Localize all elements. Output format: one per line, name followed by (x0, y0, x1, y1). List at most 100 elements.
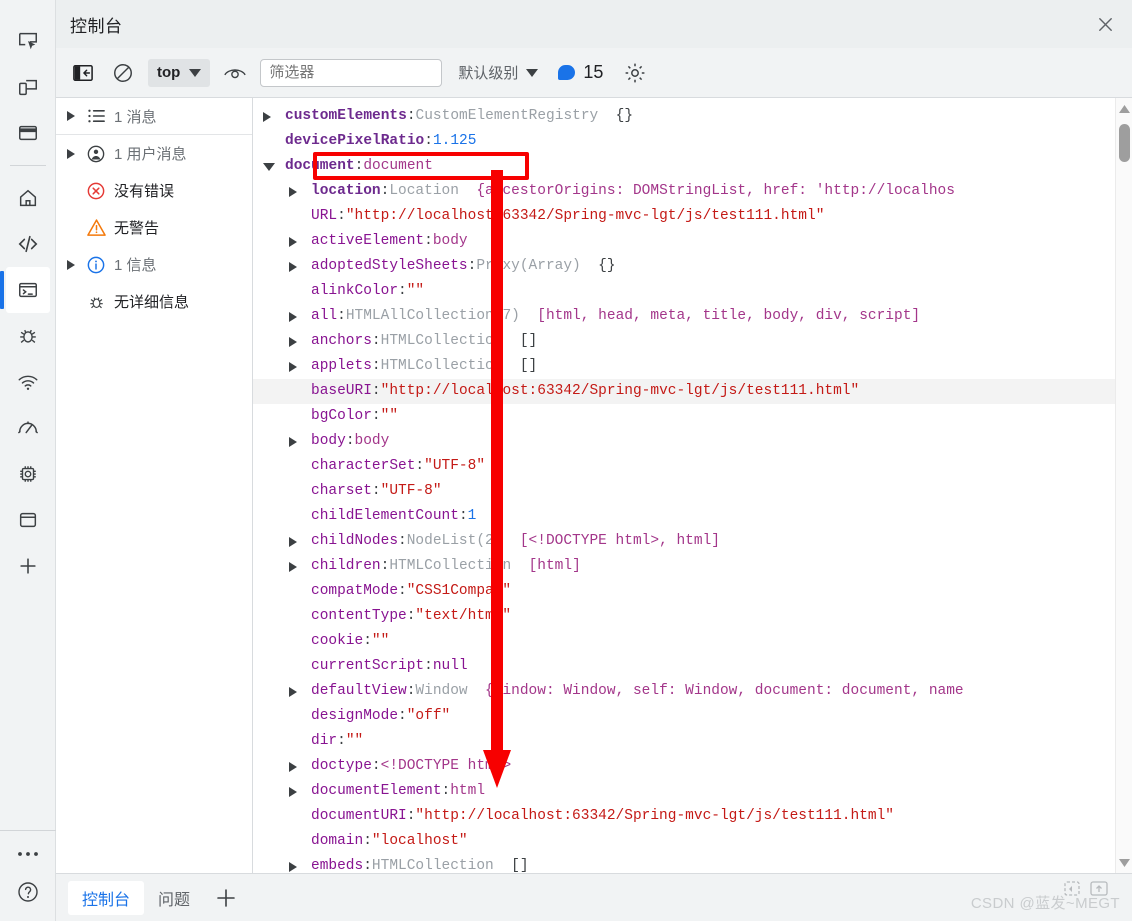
clear-console-icon[interactable] (108, 58, 138, 88)
console-property-row[interactable]: body: body (253, 429, 1115, 454)
filter-input[interactable] (260, 58, 443, 87)
console-property-row[interactable]: childNodes: NodeList(2) [<!DOCTYPE html>… (253, 529, 1115, 554)
gear-icon[interactable] (623, 61, 647, 85)
sidebar-item-user-messages[interactable]: 1 用户消息 (56, 135, 252, 172)
console-property-row[interactable]: applets: HTMLCollection [] (253, 354, 1115, 379)
scrollbar-thumb[interactable] (1119, 124, 1130, 162)
add-panel-icon[interactable] (8, 543, 48, 589)
chevron-right-icon[interactable] (289, 686, 311, 697)
property-separator: : (424, 133, 433, 149)
console-property-row[interactable]: baseURI: "http://localhost:63342/Spring-… (253, 379, 1115, 404)
sources-code-icon[interactable] (8, 221, 48, 267)
console-property-row[interactable]: currentScript: null (253, 654, 1115, 679)
device-toolbar-icon[interactable] (8, 64, 48, 110)
console-property-row[interactable]: children: HTMLCollection [html] (253, 554, 1115, 579)
sidebar-item-verbose[interactable]: 无详细信息 (56, 283, 252, 320)
chevron-right-icon[interactable] (289, 311, 311, 322)
console-property-row[interactable]: childElementCount: 1 (253, 504, 1115, 529)
scroll-down-icon[interactable] (1116, 854, 1132, 871)
chevron-right-icon[interactable] (289, 186, 311, 197)
chevron-right-icon[interactable] (289, 861, 311, 872)
console-property-row[interactable]: designMode: "off" (253, 704, 1115, 729)
console-property-row[interactable]: all: HTMLAllCollection(7) [html, head, m… (253, 304, 1115, 329)
console-property-row[interactable]: charset: "UTF-8" (253, 479, 1115, 504)
chevron-right-icon[interactable] (64, 147, 78, 161)
chevron-right-icon[interactable] (289, 786, 311, 797)
elements-panel-icon[interactable] (8, 110, 48, 156)
application-storage-icon[interactable] (8, 497, 48, 543)
console-property-row[interactable]: document: document (253, 154, 1115, 179)
chevron-right-icon[interactable] (289, 336, 311, 347)
close-icon[interactable] (1086, 7, 1124, 41)
scroll-up-icon[interactable] (1116, 100, 1132, 117)
console-property-row[interactable]: customElements: CustomElementRegistry {} (253, 104, 1115, 129)
chevron-right-icon[interactable] (289, 261, 311, 272)
sidebar-item-count: 1 (114, 257, 123, 274)
chevron-right-icon[interactable] (263, 111, 285, 122)
sidebar-item-no-errors[interactable]: 没有错误 (56, 172, 252, 209)
live-expression-eye-icon[interactable] (220, 58, 250, 88)
console-scrollbar[interactable] (1115, 98, 1132, 873)
execution-context-select[interactable]: top (148, 58, 211, 87)
console-property-row[interactable]: devicePixelRatio: 1.125 (253, 129, 1115, 154)
chevron-down-icon[interactable] (263, 162, 285, 171)
performance-gauge-icon[interactable] (8, 405, 48, 451)
console-property-row[interactable]: domain: "localhost" (253, 829, 1115, 854)
property-key: documentElement (311, 783, 442, 799)
console-terminal-icon[interactable] (0, 267, 50, 313)
error-icon (84, 181, 108, 201)
home-icon[interactable] (8, 175, 48, 221)
console-property-row[interactable]: alinkColor: "" (253, 279, 1115, 304)
bug-icon[interactable] (8, 313, 48, 359)
add-tab-icon[interactable] (214, 886, 238, 910)
property-key: designMode (311, 708, 399, 724)
list-icon (84, 108, 108, 124)
sidebar-item-info[interactable]: 1 信息 (56, 246, 252, 283)
console-property-row[interactable]: location: Location {ancestorOrigins: DOM… (253, 179, 1115, 204)
property-separator: : (467, 258, 477, 274)
tab-console[interactable]: 控制台 (68, 880, 145, 915)
log-level-select[interactable]: 默认级别 (458, 62, 539, 83)
console-property-row[interactable]: documentURI: "http://localhost:63342/Spr… (253, 804, 1115, 829)
sidebar-item-messages[interactable]: 1 消息 (56, 98, 252, 135)
chevron-right-icon[interactable] (289, 236, 311, 247)
console-property-row[interactable]: doctype: <!DOCTYPE html> (253, 754, 1115, 779)
console-property-row[interactable]: documentElement: html (253, 779, 1115, 804)
inspect-element-icon[interactable] (8, 18, 48, 64)
sidebar-item-label: 无详细信息 (114, 294, 190, 311)
console-property-row[interactable]: bgColor: "" (253, 404, 1115, 429)
console-property-row[interactable]: defaultView: Window {window: Window, sel… (253, 679, 1115, 704)
console-property-row[interactable]: URL: "http://localhost:63342/Spring-mvc-… (253, 204, 1115, 229)
more-options-icon[interactable] (8, 841, 48, 867)
help-icon[interactable] (8, 877, 48, 907)
property-value: null (432, 658, 468, 674)
sidebar-item-no-warnings[interactable]: 无警告 (56, 209, 252, 246)
chevron-right-icon[interactable] (289, 536, 311, 547)
chevron-right-icon[interactable] (289, 561, 311, 572)
chevron-right-icon[interactable] (64, 109, 78, 123)
console-property-row[interactable]: contentType: "text/html" (253, 604, 1115, 629)
chevron-right-icon[interactable] (289, 361, 311, 372)
console-property-row[interactable]: characterSet: "UTF-8" (253, 454, 1115, 479)
message-count-badge[interactable]: 15 (558, 62, 603, 83)
console-log-list[interactable]: customElements: CustomElementRegistry {}… (253, 98, 1115, 873)
property-separator: : (424, 658, 433, 674)
console-property-row[interactable]: cookie: "" (253, 629, 1115, 654)
property-key: adoptedStyleSheets (311, 258, 468, 274)
chevron-right-icon[interactable] (64, 258, 78, 272)
console-property-row[interactable]: compatMode: "CSS1Compat" (253, 579, 1115, 604)
property-key: contentType (311, 608, 407, 624)
network-wifi-icon[interactable] (8, 359, 48, 405)
property-value: <!DOCTYPE html> (380, 758, 512, 774)
console-property-row[interactable]: adoptedStyleSheets: Proxy(Array) {} (253, 254, 1115, 279)
chevron-right-icon[interactable] (289, 436, 311, 447)
console-property-row[interactable]: dir: "" (253, 729, 1115, 754)
console-property-row[interactable]: activeElement: body (253, 229, 1115, 254)
console-property-row[interactable]: embeds: HTMLCollection [] (253, 854, 1115, 873)
memory-chip-icon[interactable] (8, 451, 48, 497)
chevron-right-icon[interactable] (289, 761, 311, 772)
tab-issues[interactable]: 问题 (144, 881, 204, 915)
sidebar-toggle-icon[interactable] (68, 58, 98, 88)
console-property-row[interactable]: anchors: HTMLCollection [] (253, 329, 1115, 354)
